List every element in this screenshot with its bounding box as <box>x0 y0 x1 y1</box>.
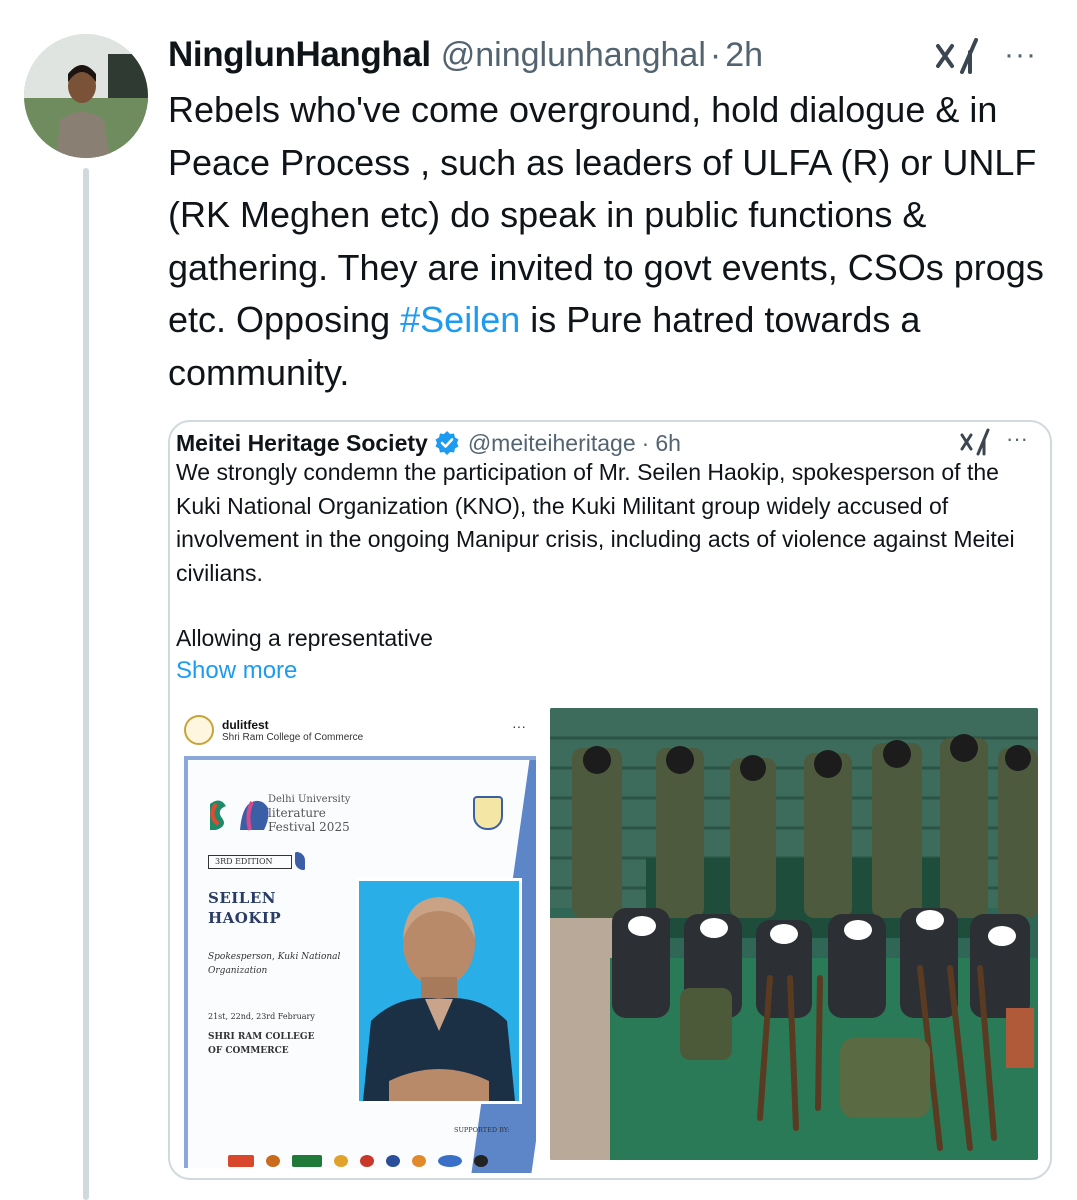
quoted-tweet[interactable]: Meitei Heritage Society @meiteiheritage … <box>168 420 1052 1180</box>
quote-header: Meitei Heritage Society @meiteiheritage … <box>176 428 681 458</box>
sponsor-logo-icon <box>438 1155 462 1167</box>
poster-card: Delhi University literature Festival 202… <box>184 756 536 1168</box>
speaker-name-line2: HAOKIP <box>208 909 282 927</box>
quote-text: We strongly condemn the participation of… <box>176 459 1015 586</box>
show-more-link[interactable]: Show more <box>176 657 297 685</box>
author-avatar[interactable] <box>24 34 148 158</box>
festival-name-line3: Festival 2025 <box>268 820 350 834</box>
quote-separator: · <box>641 429 650 456</box>
sponsor-logo-icon <box>360 1155 374 1167</box>
speaker-portrait <box>356 878 522 1104</box>
venue-line1: SHRI RAM COLLEGE <box>208 1032 315 1042</box>
college-crest-icon <box>473 796 503 830</box>
sponsor-logos <box>228 1152 528 1170</box>
quote-xai-grok-icon[interactable] <box>960 428 992 456</box>
poster-account-subtitle: Shri Ram College of Commerce <box>222 731 364 743</box>
verified-badge-icon <box>434 430 460 456</box>
festival-name-line1: Delhi University <box>268 794 351 805</box>
separator-dot: · <box>709 35 722 74</box>
sponsor-logo-icon <box>386 1155 400 1167</box>
sponsor-logo-icon <box>474 1155 488 1167</box>
quote-text-truncated: Allowing a representative <box>176 625 433 651</box>
quote-more-icon[interactable]: ··· <box>1006 426 1028 452</box>
thread-line <box>83 168 89 1200</box>
poster-more-icon: ··· <box>512 718 526 734</box>
supported-by-label: SUPPORTED BY: <box>454 1126 510 1134</box>
more-icon[interactable]: ··· <box>1004 38 1037 72</box>
avatar-photo <box>24 34 148 158</box>
speaker-role: Spokesperson, Kuki National Organization <box>208 952 341 976</box>
poster-account-header: dulitfest Shri Ram College of Commerce ·… <box>176 708 536 752</box>
author-handle[interactable]: @ninglunhanghal <box>441 36 706 75</box>
sponsor-logo-icon <box>412 1155 426 1167</box>
venue-line2: OF COMMERCE <box>208 1046 289 1056</box>
quote-author-name[interactable]: Meitei Heritage Society <box>176 430 428 457</box>
tweet-header: NinglunHanghal @ninglunhanghal · 2h <box>168 30 763 80</box>
event-venue: SHRI RAM COLLEGE OF COMMERCE <box>208 1030 314 1058</box>
xai-grok-icon[interactable] <box>934 36 982 76</box>
quote-author-handle[interactable]: @meiteiheritage <box>468 430 636 457</box>
sponsor-logo-icon <box>334 1155 348 1167</box>
security-forces-photo[interactable] <box>550 708 1038 1160</box>
edition-label: 3RD EDITION <box>208 852 305 870</box>
tweet-time[interactable]: 2h <box>725 36 763 75</box>
sponsor-logo-icon <box>228 1155 254 1167</box>
sponsor-logo-icon <box>292 1155 322 1167</box>
tweet-text: Rebels who've come overground, hold dial… <box>168 84 1068 399</box>
hashtag-link[interactable]: #Seilen <box>400 299 520 340</box>
dulitfest-logo-icon <box>184 715 214 745</box>
poster-account-name: dulitfest <box>222 717 269 732</box>
author-name[interactable]: NinglunHanghal <box>168 35 431 75</box>
event-poster-image[interactable]: dulitfest Shri Ram College of Commerce ·… <box>176 708 536 1173</box>
festival-name-line2: literature <box>268 806 326 820</box>
speaker-name-line1: SEILEN <box>208 889 276 907</box>
event-dates: 21st, 22nd, 23rd February <box>208 1012 315 1021</box>
speaker-name: SEILEN HAOKIP <box>208 888 281 928</box>
sponsor-logo-icon <box>266 1155 280 1167</box>
quote-time[interactable]: 6h <box>655 430 681 457</box>
